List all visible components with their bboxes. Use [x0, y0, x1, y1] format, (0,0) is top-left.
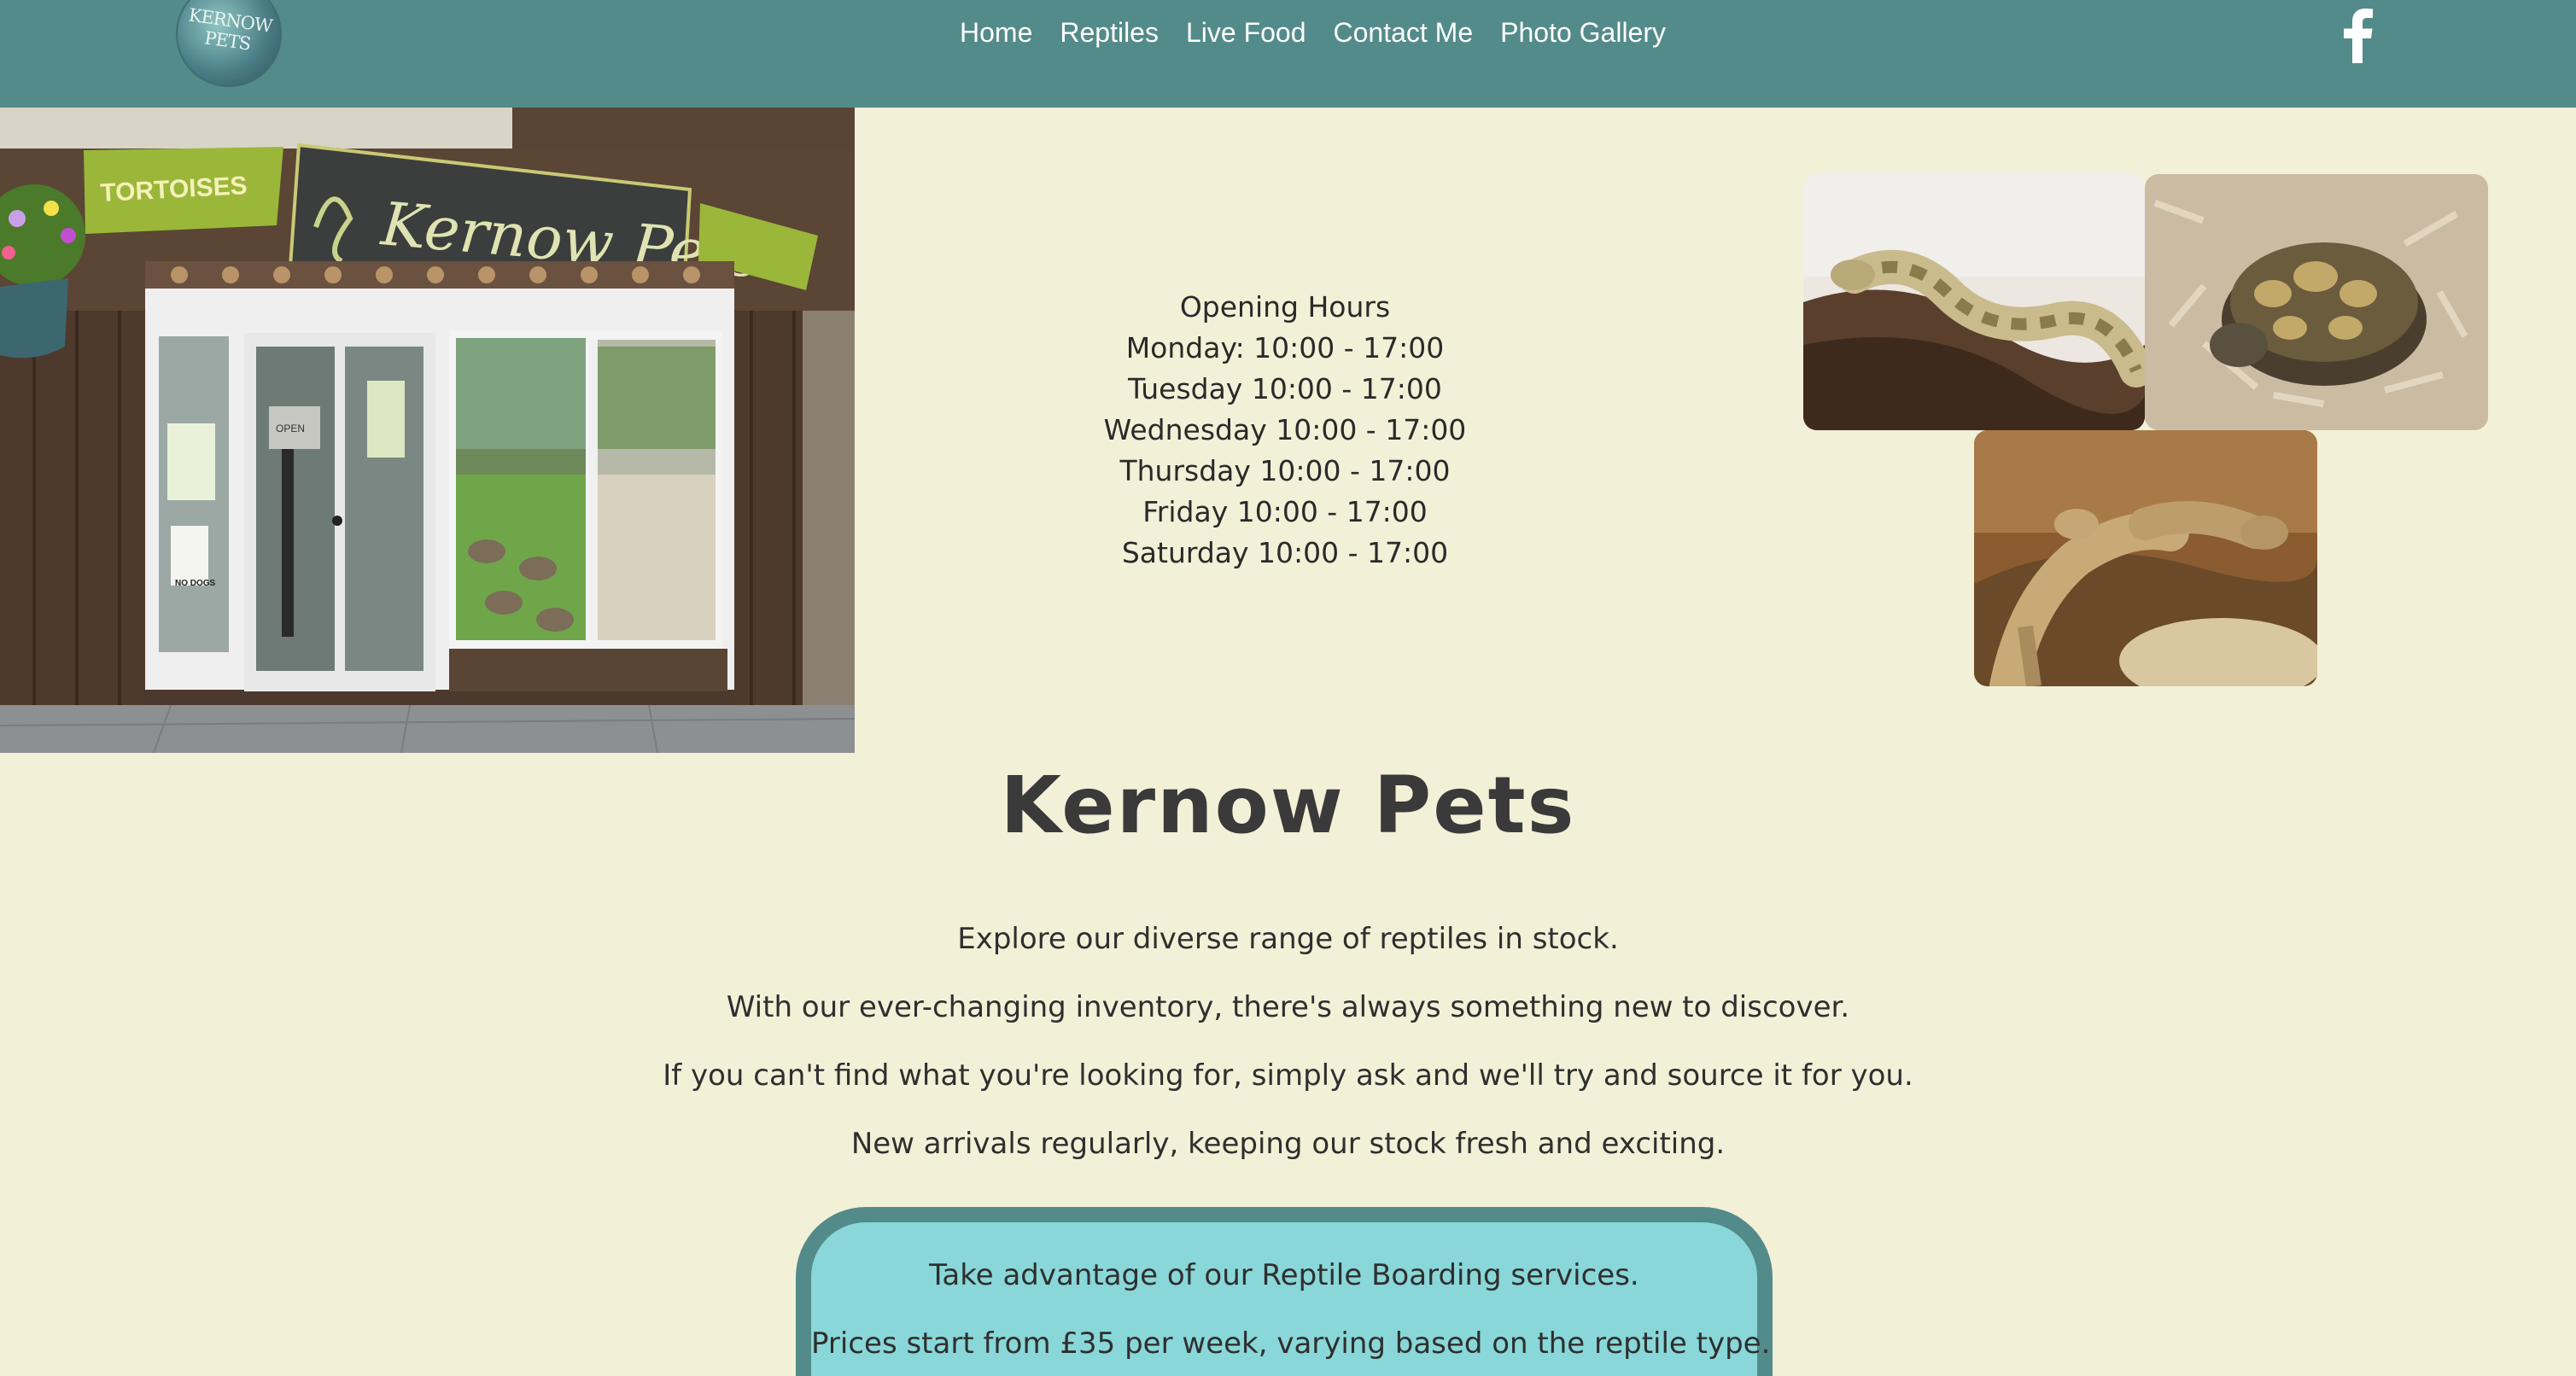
shop-front-photo: TORTOISES Kernow Pets NO DOGS OPEN	[0, 108, 855, 753]
tortoise-photo[interactable]	[2145, 174, 2488, 430]
hours-thursday: Thursday 10:00 - 17:00	[1119, 454, 1451, 487]
navbar: KERNOW PETS Home Reptiles Live Food Cont…	[0, 0, 2576, 108]
nav-link-reptiles[interactable]: Reptiles	[1060, 17, 1159, 49]
site-logo[interactable]: KERNOW PETS	[176, 0, 282, 87]
door-sign-text: NO DOGS	[175, 579, 216, 588]
intro-paragraph: Explore our diverse range of reptiles in…	[957, 922, 1619, 956]
boarding-line-2: Prices start from £35 per week, varying …	[811, 1326, 1771, 1361]
intro-paragraph: With our ever-changing inventory, there'…	[726, 990, 1850, 1024]
hours-saturday: Saturday 10:00 - 17:00	[1121, 536, 1449, 569]
logo-text: KERNOW PETS	[187, 4, 273, 55]
hours-wednesday: Wednesday 10:00 - 17:00	[1103, 413, 1467, 446]
open-sign-text: OPEN	[276, 423, 305, 434]
boarding-line-1: Take advantage of our Reptile Boarding s…	[929, 1258, 1639, 1292]
nav-link-contact-me[interactable]: Contact Me	[1334, 17, 1474, 49]
hours-friday: Friday 10:00 - 17:00	[1142, 495, 1428, 528]
hours-tuesday: Tuesday 10:00 - 17:00	[1128, 372, 1442, 405]
bearded-dragon-photo[interactable]	[1974, 430, 2317, 686]
nav-link-home[interactable]: Home	[960, 17, 1032, 49]
nav-link-live-food[interactable]: Live Food	[1186, 17, 1306, 49]
nav-link-photo-gallery[interactable]: Photo Gallery	[1500, 17, 1666, 49]
page-title: Kernow Pets	[1000, 760, 1576, 851]
boarding-callout: Take advantage of our Reptile Boarding s…	[796, 1207, 1773, 1376]
nav-links: Home Reptiles Live Food Contact Me Photo…	[960, 17, 1666, 49]
facebook-icon[interactable]	[2339, 7, 2375, 63]
hours-monday: Monday: 10:00 - 17:00	[1125, 331, 1445, 364]
intro-paragraph: New arrivals regularly, keeping our stoc…	[850, 1127, 1726, 1161]
opening-hours: Opening Hours Monday: 10:00 - 17:00 Tues…	[1016, 287, 1554, 574]
intro-text: Explore our diverse range of reptiles in…	[0, 918, 2576, 1192]
opening-hours-title: Opening Hours	[1179, 290, 1391, 324]
python-photo[interactable]	[1803, 174, 2145, 430]
intro-paragraph: If you can't find what you're looking fo…	[663, 1058, 1913, 1093]
